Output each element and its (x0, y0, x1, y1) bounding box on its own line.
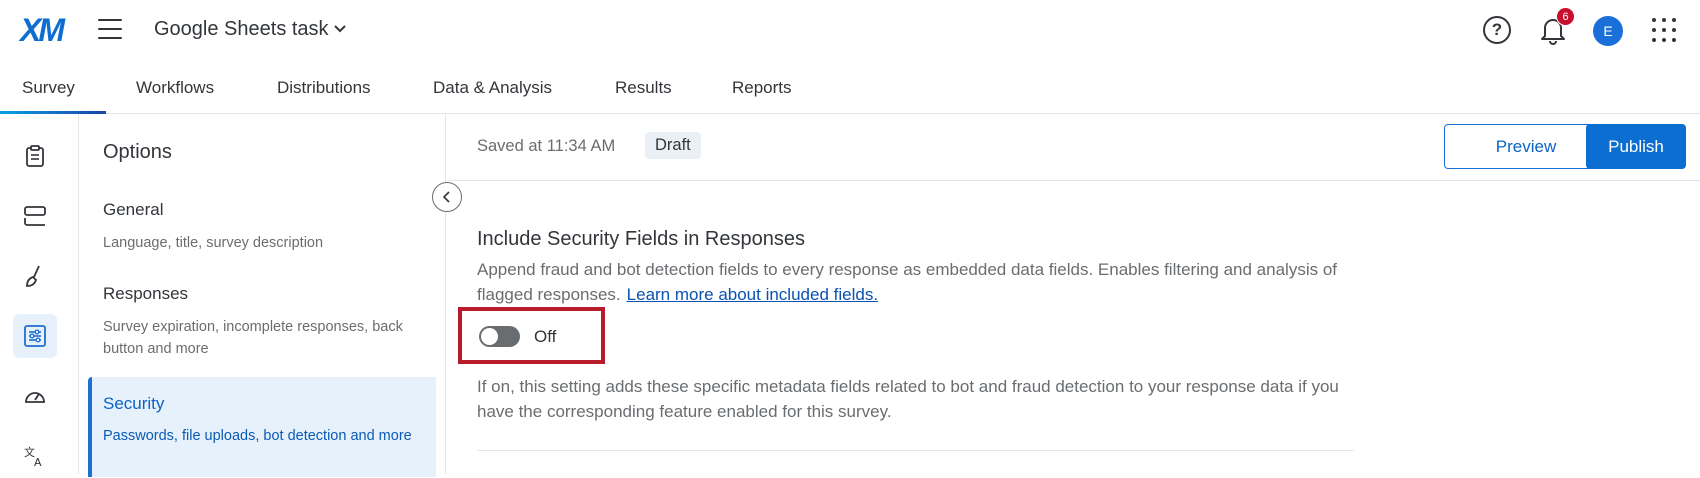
tab-survey[interactable]: Survey (22, 78, 75, 98)
security-fields-toggle[interactable] (479, 326, 520, 347)
translate-icon[interactable]: 文A (13, 434, 57, 478)
options-panel: Options General Language, title, survey … (80, 114, 446, 477)
section-note: If on, this setting adds these specific … (477, 377, 1339, 421)
survey-clipboard-icon[interactable] (13, 134, 57, 178)
option-heading: Responses (103, 284, 189, 303)
project-tabs: Survey Workflows Distributions Data & An… (0, 64, 1700, 114)
xm-logo[interactable]: XM (20, 12, 65, 49)
notification-badge: 6 (1556, 7, 1575, 26)
option-security[interactable]: Security Passwords, file uploads, bot de… (88, 377, 436, 477)
blocks-icon[interactable] (13, 194, 57, 238)
apps-grid-icon[interactable] (1652, 18, 1676, 42)
option-subtitle: Passwords, file uploads, bot detection a… (103, 428, 412, 444)
saved-status: Saved at 11:34 AM (477, 137, 616, 155)
toggle-knob (481, 328, 498, 345)
help-icon[interactable]: ? (1483, 16, 1511, 44)
avatar[interactable]: E (1593, 16, 1623, 46)
tab-reports[interactable]: Reports (732, 78, 792, 98)
option-responses[interactable]: Responses Survey expiration, incomplete … (103, 284, 423, 360)
project-title[interactable]: Google Sheets task (154, 18, 329, 41)
gauge-icon[interactable] (13, 374, 57, 418)
options-title: Options (103, 141, 172, 163)
highlight-box: Off (458, 307, 605, 364)
description-text: Append fraud and bot detection fields to… (477, 260, 1338, 304)
status-bar: Saved at 11:34 AM Draft Preview (447, 114, 1700, 181)
toggle-state-label: Off (534, 327, 557, 346)
option-heading: General (103, 200, 164, 219)
paintbrush-icon[interactable] (13, 254, 57, 298)
tab-data-analysis[interactable]: Data & Analysis (433, 78, 552, 98)
divider (477, 450, 1354, 451)
svg-text:A: A (34, 456, 42, 468)
tab-workflows[interactable]: Workflows (136, 78, 214, 98)
chevron-left-icon (442, 191, 450, 203)
option-subtitle: Survey expiration, incomplete responses,… (103, 319, 403, 357)
learn-more-link[interactable]: Learn more about included fields. (627, 285, 878, 304)
chevron-down-icon[interactable] (333, 24, 347, 34)
publish-button[interactable]: Publish (1586, 124, 1686, 169)
draft-badge: Draft (645, 132, 701, 159)
hamburger-menu-icon[interactable] (98, 19, 122, 41)
tab-distributions[interactable]: Distributions (277, 78, 371, 98)
tab-results[interactable]: Results (615, 78, 672, 98)
collapse-panel-button[interactable] (432, 182, 462, 212)
options-sliders-icon[interactable] (13, 314, 57, 358)
option-general[interactable]: General Language, title, survey descript… (103, 200, 423, 254)
section-title: Include Security Fields in Responses (477, 228, 805, 250)
preview-button[interactable]: Preview (1444, 124, 1608, 169)
tool-rail: 文A (0, 114, 79, 474)
top-bar: XM Google Sheets task ? 6 E (0, 0, 1700, 60)
option-heading: Security (103, 394, 165, 413)
section-description: Append fraud and bot detection fields to… (477, 257, 1357, 307)
option-subtitle: Language, title, survey description (103, 235, 324, 251)
